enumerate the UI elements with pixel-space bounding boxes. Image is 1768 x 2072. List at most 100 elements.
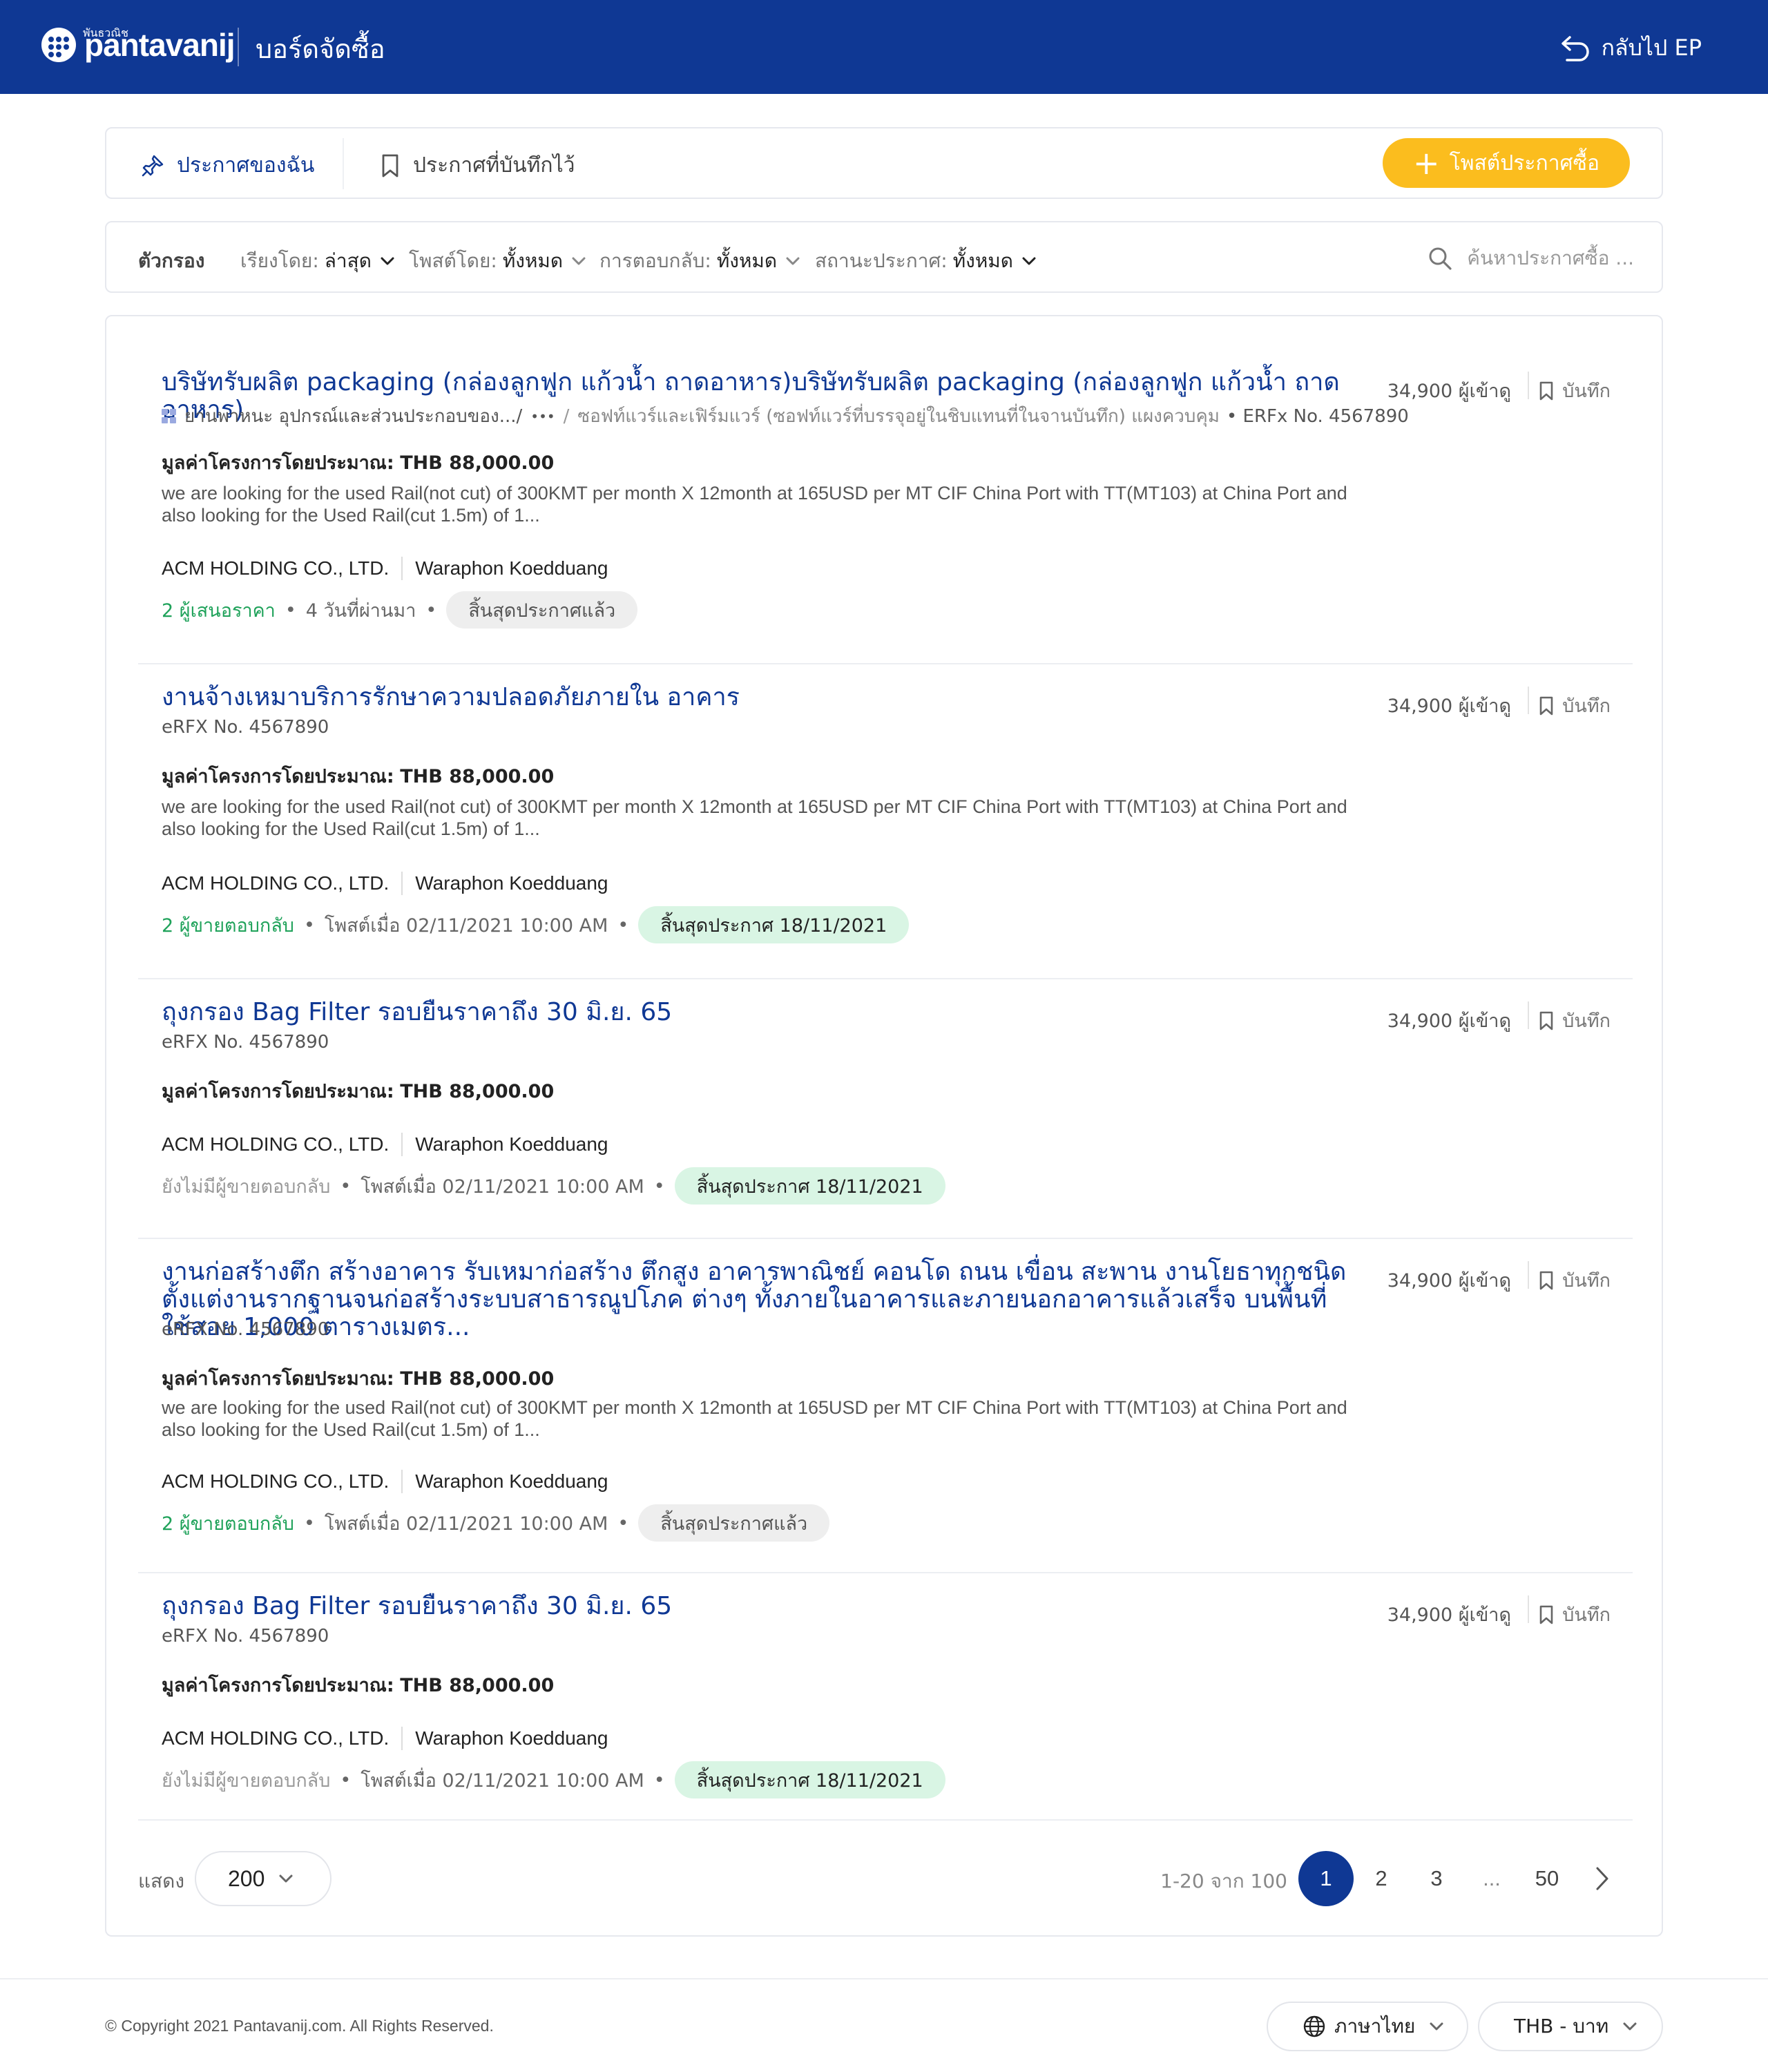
page-title: บอร์ดจัดซื้อ: [256, 34, 385, 64]
company-name: ACM HOLDING CO., LTD.: [162, 872, 390, 894]
save-label: บันทึก: [1562, 381, 1611, 402]
filter-label: ตัวกรอง: [138, 249, 205, 272]
status-filter-label: สถานะประกาศ:: [815, 249, 948, 272]
page-1-button[interactable]: 1: [1298, 1851, 1354, 1906]
status-filter[interactable]: สถานะประกาศ: ทั้งหมด: [815, 246, 1037, 276]
chevron-down-icon: [1430, 2022, 1443, 2031]
response-filter[interactable]: การตอบกลับ: ทั้งหมด: [599, 246, 800, 276]
posted-time: โพสต์เมื่อ 02/11/2021 10:00 AM: [324, 914, 608, 937]
page-size-select[interactable]: 200: [195, 1851, 332, 1906]
response-filter-label: การตอบกลับ:: [599, 249, 711, 272]
globe-icon: [1303, 2015, 1325, 2037]
page-50-button[interactable]: 50: [1519, 1851, 1575, 1906]
save-button[interactable]: บันทึก: [1539, 1265, 1611, 1295]
meta-dot: •: [340, 1769, 352, 1791]
project-value-label: มูลค่าโครงการโดยประมาณ:: [162, 452, 394, 474]
page-2-button[interactable]: 2: [1354, 1851, 1409, 1906]
announcement-title[interactable]: ถุงกรอง Bag Filter รอบยืนราคาถึง 30 มิ.ย…: [162, 1593, 1377, 1620]
response-filter-value: ทั้งหมด: [716, 249, 778, 272]
meta-dot: •: [303, 1512, 315, 1534]
search-input[interactable]: ค้นหาประกาศซื้อ ...: [1427, 243, 1634, 274]
back-to-ep-link[interactable]: กลับไป EP: [1560, 30, 1702, 66]
company-separator: [401, 557, 403, 580]
response-count[interactable]: 2 ผู้เสนอราคา: [162, 595, 276, 625]
chevron-down-icon: [1022, 257, 1036, 265]
back-link-label: กลับไป EP: [1601, 35, 1702, 61]
contact-name: Waraphon Koedduang: [415, 1470, 608, 1492]
announcement-description: we are looking for the used Rail(not cut…: [162, 483, 1347, 526]
logo-thai-text: พันธวณิช: [83, 26, 128, 39]
contact-name: Waraphon Koedduang: [415, 1727, 608, 1749]
meta-dot: •: [617, 914, 629, 936]
erfx-number: eRFX No. 4567890: [162, 1319, 329, 1340]
list-item: ถุงกรอง Bag Filter รอบยืนราคาถึง 30 มิ.ย…: [138, 1573, 1633, 1821]
company-info: ACM HOLDING CO., LTD. Waraphon Koedduang: [162, 557, 608, 580]
page-3-button[interactable]: 3: [1409, 1851, 1464, 1906]
response-count[interactable]: 2 ผู้ขายตอบกลับ: [162, 910, 294, 940]
project-value: มูลค่าโครงการโดยประมาณ: THB 88,000.00: [162, 1363, 554, 1393]
announcement-meta: ยังไม่มีผู้ขายตอบกลับ • โพสต์เมื่อ 02/11…: [162, 1167, 945, 1205]
page-range: 1-20 จาก 100: [1160, 1870, 1287, 1892]
views-separator: [1528, 687, 1529, 714]
language-select[interactable]: ภาษาไทย: [1267, 2002, 1468, 2051]
list-item: บริษัทรับผลิต packaging (กล่องลูกฟูก แก้…: [138, 316, 1633, 664]
response-count: ยังไม่มีผู้ขายตอบกลับ: [162, 1176, 331, 1198]
status-badge: สิ้นสุดประกาศ 18/11/2021: [674, 1167, 945, 1205]
views-separator: [1528, 372, 1529, 399]
post-announcement-button[interactable]: + โพสต์ประกาศซื้อ: [1383, 138, 1630, 188]
next-page-button[interactable]: [1575, 1851, 1630, 1906]
search-icon: [1429, 247, 1452, 270]
save-label: บันทึก: [1562, 1270, 1611, 1292]
chevron-down-icon: [381, 257, 394, 265]
plus-icon: +: [1413, 144, 1440, 182]
save-button[interactable]: บันทึก: [1539, 376, 1611, 405]
pantavanij-logo[interactable]: พันธวณิช pantavanij: [41, 26, 236, 64]
project-value-label: มูลค่าโครงการโดยประมาณ:: [162, 1675, 394, 1696]
page-ellipsis: ...: [1483, 1866, 1501, 1890]
tab-saved-announcements[interactable]: ประกาศที่บันทึกไว้: [380, 149, 575, 182]
category-label[interactable]: ยานพาหนะ อุปกรณ์และส่วนประกอบของ.../: [184, 402, 522, 430]
copyright-text: © Copyright 2021 Pantavanij.com. All Rig…: [105, 2017, 494, 2035]
bookmark-icon: [382, 154, 398, 177]
project-value-label: มูลค่าโครงการโดยประมาณ:: [162, 1081, 394, 1102]
currency-select[interactable]: THB - บาท: [1478, 2002, 1663, 2051]
undo-icon: [1561, 35, 1589, 61]
pagination: แสดง 200 1-20 จาก 100 1 2 3 ... 50: [138, 1851, 1633, 1906]
posted-by-filter-label: โพสต์โดย:: [409, 249, 497, 272]
currency-value: THB - บาท: [1514, 2015, 1609, 2037]
posted-by-filter[interactable]: โพสต์โดย: ทั้งหมด: [409, 246, 586, 276]
project-value-label: มูลค่าโครงการโดยประมาณ:: [162, 1368, 394, 1390]
announcement-title[interactable]: งานจ้างเหมาบริการรักษาความปลอดภัยภายใน อ…: [162, 684, 1377, 711]
page-size-label: แสดง: [138, 1870, 184, 1892]
tabs-bar: ประกาศของฉัน ประกาศที่บันทึกไว้ + โพสต์ป…: [105, 127, 1663, 199]
view-count: 34,900 ผู้เข้าดู: [1387, 1010, 1511, 1032]
view-count: 34,900 ผู้เข้าดู: [1387, 1270, 1511, 1292]
status-badge: สิ้นสุดประกาศ 18/11/2021: [638, 906, 910, 943]
meta-dot: •: [617, 1512, 629, 1534]
more-categories-icon[interactable]: •••: [530, 408, 555, 425]
list-item: ถุงกรอง Bag Filter รอบยืนราคาถึง 30 มิ.ย…: [138, 979, 1633, 1239]
bookmark-icon: [1539, 1011, 1553, 1030]
erfx-number: eRFX No. 4567890: [162, 1032, 329, 1053]
announcement-description: we are looking for the used Rail(not cut…: [162, 1397, 1347, 1440]
bookmark-icon: [1539, 381, 1553, 400]
sort-filter[interactable]: เรียงโดย: ล่าสุด: [240, 246, 395, 276]
announcement-title[interactable]: งานก่อสร้างตึก สร้างอาคาร รับเหมาก่อสร้า…: [162, 1258, 1377, 1341]
tab-my-announcements[interactable]: ประกาศของฉัน: [141, 149, 314, 182]
company-info: ACM HOLDING CO., LTD. Waraphon Koedduang: [162, 1727, 608, 1750]
save-label: บันทึก: [1562, 1604, 1611, 1626]
top-header: พันธวณิช pantavanij บอร์ดจัดซื้อ กลับไป …: [0, 0, 1768, 94]
chevron-down-icon: [786, 257, 800, 265]
announcement-meta: ยังไม่มีผู้ขายตอบกลับ • โพสต์เมื่อ 02/11…: [162, 1761, 945, 1798]
response-count[interactable]: 2 ผู้ขายตอบกลับ: [162, 1508, 294, 1538]
save-button[interactable]: บันทึก: [1539, 691, 1611, 720]
save-button[interactable]: บันทึก: [1539, 1600, 1611, 1629]
views-separator: [1528, 1595, 1529, 1623]
bookmark-icon: [1539, 1605, 1553, 1624]
project-value-amount: THB 88,000.00: [400, 1675, 555, 1696]
view-count: 34,900 ผู้เข้าดู: [1387, 1604, 1511, 1626]
save-button[interactable]: บันทึก: [1539, 1006, 1611, 1035]
announcement-title[interactable]: ถุงกรอง Bag Filter รอบยืนราคาถึง 30 มิ.ย…: [162, 999, 1377, 1026]
project-value-label: มูลค่าโครงการโดยประมาณ:: [162, 766, 394, 787]
logo-mark-icon: [41, 28, 76, 62]
